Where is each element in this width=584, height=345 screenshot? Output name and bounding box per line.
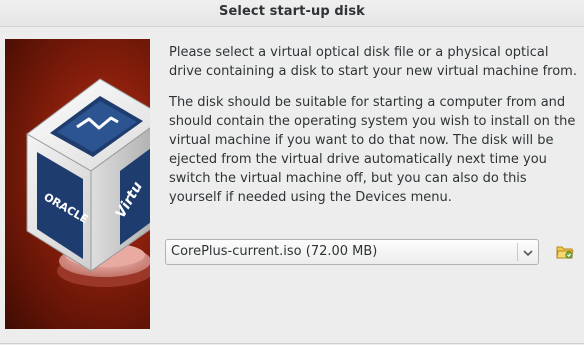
bottom-divider: [0, 343, 584, 344]
virtualbox-banner-image: ORACLE Virtu: [5, 39, 150, 329]
disk-selector-dropdown[interactable]: CorePlus-current.iso (72.00 MB): [165, 239, 539, 265]
description-paragraph-2: The disk should be suitable for starting…: [169, 95, 576, 205]
description-text: Please select a virtual optical disk fil…: [169, 43, 579, 219]
description-paragraph-1: Please select a virtual optical disk fil…: [169, 45, 577, 79]
disk-selector-value: CorePlus-current.iso (72.00 MB): [171, 244, 378, 259]
browse-disk-button[interactable]: [555, 242, 575, 262]
folder-icon: [556, 246, 574, 259]
dialog-content: ORACLE Virtu Please select a virtual opt…: [0, 27, 584, 345]
window-title: Select start-up disk: [219, 4, 365, 19]
chevron-down-icon[interactable]: [522, 245, 534, 259]
dropdown-separator: [517, 243, 518, 261]
virtualbox-cube-logo: ORACLE Virtu: [26, 78, 150, 287]
window-titlebar[interactable]: Select start-up disk: [0, 0, 584, 27]
